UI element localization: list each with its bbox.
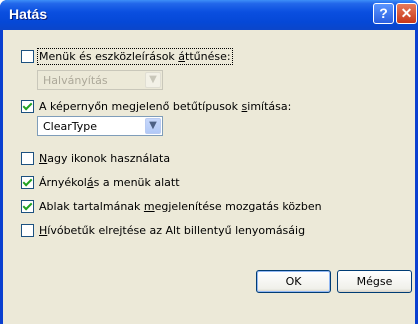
transition-effects-label[interactable]: Menük és eszközleírások áttűnése: — [37, 47, 233, 65]
font-smoothing-label[interactable]: A képernyőn megjelenő betűtípusok simítá… — [39, 100, 291, 113]
title-bar[interactable]: Hatás ? ✕ — [0, 0, 418, 30]
font-smoothing-value: ClearType — [43, 120, 98, 133]
option-hide-underlines[interactable]: Hívóbetűk elrejtése az Alt billentyű len… — [21, 222, 305, 238]
transition-effect-dropdown: Halványítás ▼ — [37, 70, 163, 90]
menu-shadows-label[interactable]: Árnyékolás a menük alatt — [39, 176, 180, 189]
menu-shadows-checkbox[interactable] — [21, 175, 34, 189]
hide-underlines-checkbox[interactable] — [21, 223, 34, 237]
close-button[interactable]: ✕ — [396, 3, 417, 24]
option-menu-shadows[interactable]: Árnyékolás a menük alatt — [21, 174, 180, 190]
option-font-smoothing[interactable]: A képernyőn megjelenő betűtípusok simítá… — [21, 98, 291, 114]
font-smoothing-checkbox[interactable] — [21, 99, 34, 113]
ok-button[interactable]: OK — [256, 270, 331, 293]
font-smoothing-dropdown[interactable]: ClearType ▼ — [37, 116, 163, 136]
option-transition-effects[interactable]: Menük és eszközleírások áttűnése: — [21, 47, 233, 65]
hide-underlines-label[interactable]: Hívóbetűk elrejtése az Alt billentyű len… — [39, 224, 305, 237]
large-icons-label[interactable]: Nagy ikonok használata — [39, 152, 170, 165]
dialog-client-area: Menük és eszközleírások áttűnése: Halván… — [3, 30, 415, 324]
effects-dialog: Hatás ? ✕ Menük és eszközleírások áttűné… — [0, 0, 418, 324]
help-button[interactable]: ? — [373, 3, 394, 24]
cancel-button[interactable]: Mégse — [337, 270, 412, 293]
transition-effect-value: Halványítás — [43, 74, 108, 87]
option-show-window-contents[interactable]: Ablak tartalmának megjelenítése mozgatás… — [21, 198, 322, 214]
transition-effects-checkbox[interactable] — [21, 49, 34, 63]
large-icons-checkbox[interactable] — [21, 151, 34, 165]
chevron-down-icon[interactable]: ▼ — [145, 118, 161, 134]
show-window-contents-checkbox[interactable] — [21, 199, 34, 213]
show-window-contents-label[interactable]: Ablak tartalmának megjelenítése mozgatás… — [39, 200, 322, 213]
window-title: Hatás — [9, 6, 48, 22]
chevron-down-icon: ▼ — [145, 72, 161, 88]
option-large-icons[interactable]: Nagy ikonok használata — [21, 150, 170, 166]
